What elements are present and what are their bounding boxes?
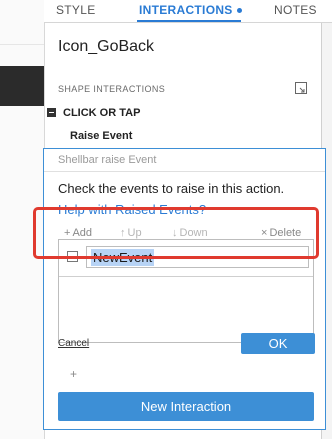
tab-notes[interactable]: NOTES <box>274 3 317 17</box>
list-divider <box>59 276 313 277</box>
canvas-shape <box>0 66 44 106</box>
active-dot-icon <box>236 8 242 14</box>
add-interaction-icon[interactable]: + <box>70 367 77 381</box>
shape-name: Icon_GoBack <box>58 38 155 55</box>
dialog-divider <box>44 171 325 172</box>
dialog-title: Shellbar raise Event <box>58 154 157 166</box>
new-interaction-button[interactable]: New Interaction <box>58 392 314 421</box>
ruler-line <box>0 44 44 45</box>
event-title: CLICK OR TAP <box>63 107 141 119</box>
annotation-highlight <box>33 207 319 259</box>
active-tab-indicator <box>137 20 241 22</box>
expand-icon[interactable] <box>295 82 307 94</box>
properties-tabs: STYLE INTERACTIONS NOTES <box>44 0 332 23</box>
cancel-button[interactable]: Cancel <box>58 338 89 349</box>
tab-style[interactable]: STYLE <box>56 3 96 17</box>
tab-interactions[interactable]: INTERACTIONS <box>139 3 242 17</box>
ok-button[interactable]: OK <box>241 333 315 354</box>
action-title[interactable]: Raise Event <box>70 130 132 142</box>
section-label: SHAPE INTERACTIONS <box>58 84 166 94</box>
tab-interactions-label: INTERACTIONS <box>139 3 233 17</box>
collapse-toggle-icon[interactable] <box>47 108 56 117</box>
dialog-instruction: Check the events to raise in this action… <box>58 181 285 196</box>
raise-event-dialog: Shellbar raise Event Check the events to… <box>43 148 326 430</box>
